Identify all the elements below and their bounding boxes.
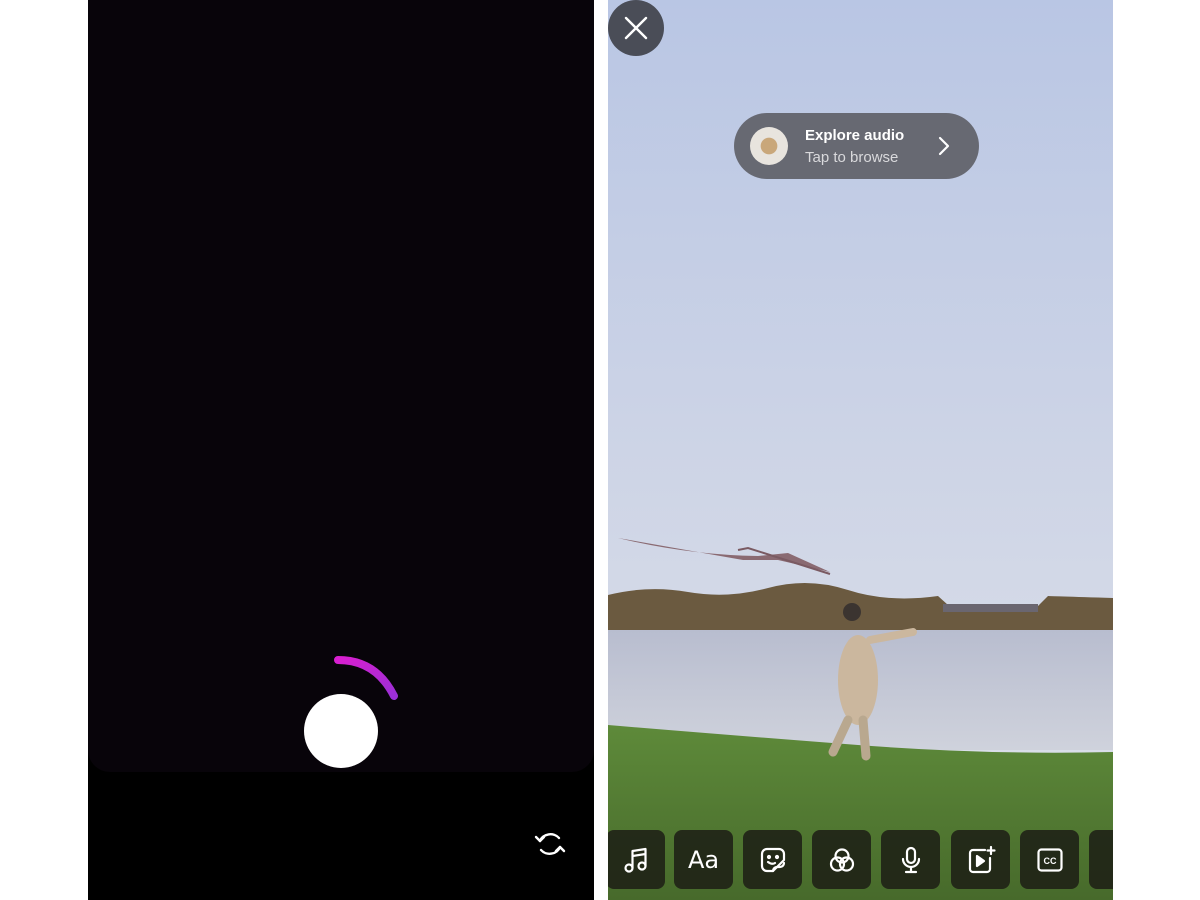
audio-pill-title: Explore audio — [805, 127, 905, 144]
close-icon — [624, 16, 648, 40]
close-button[interactable] — [608, 0, 664, 56]
chevron-right-icon — [938, 136, 950, 156]
add-clip-icon — [968, 845, 996, 873]
record-button[interactable] — [304, 694, 378, 768]
effects-button[interactable] — [812, 830, 871, 889]
sticker-button[interactable] — [743, 830, 802, 889]
flip-camera-icon[interactable] — [532, 826, 568, 862]
camera-panel — [88, 0, 594, 900]
editor-toolbar: Aa CC — [608, 830, 1113, 890]
captions-button[interactable]: CC — [1020, 830, 1079, 889]
effects-icon — [829, 847, 854, 872]
music-button[interactable] — [608, 830, 665, 889]
text-button[interactable]: Aa — [674, 830, 733, 889]
voiceover-button[interactable] — [881, 830, 940, 889]
audio-pill-subtitle: Tap to browse — [805, 149, 899, 166]
microphone-icon — [901, 846, 920, 873]
more-icon — [1104, 845, 1114, 875]
music-note-icon — [623, 847, 647, 873]
more-button[interactable] — [1089, 830, 1113, 889]
add-clip-button[interactable] — [951, 830, 1010, 889]
captions-icon: CC — [1036, 847, 1063, 872]
explore-audio-button[interactable]: Explore audio Tap to browse — [734, 113, 979, 179]
sticker-icon — [760, 847, 785, 872]
svg-text:CC: CC — [1043, 856, 1056, 866]
story-editor-panel: Explore audio Tap to browse Aa CC — [608, 0, 1113, 900]
text-icon: Aa — [687, 845, 720, 874]
audio-thumbnail — [750, 127, 788, 165]
